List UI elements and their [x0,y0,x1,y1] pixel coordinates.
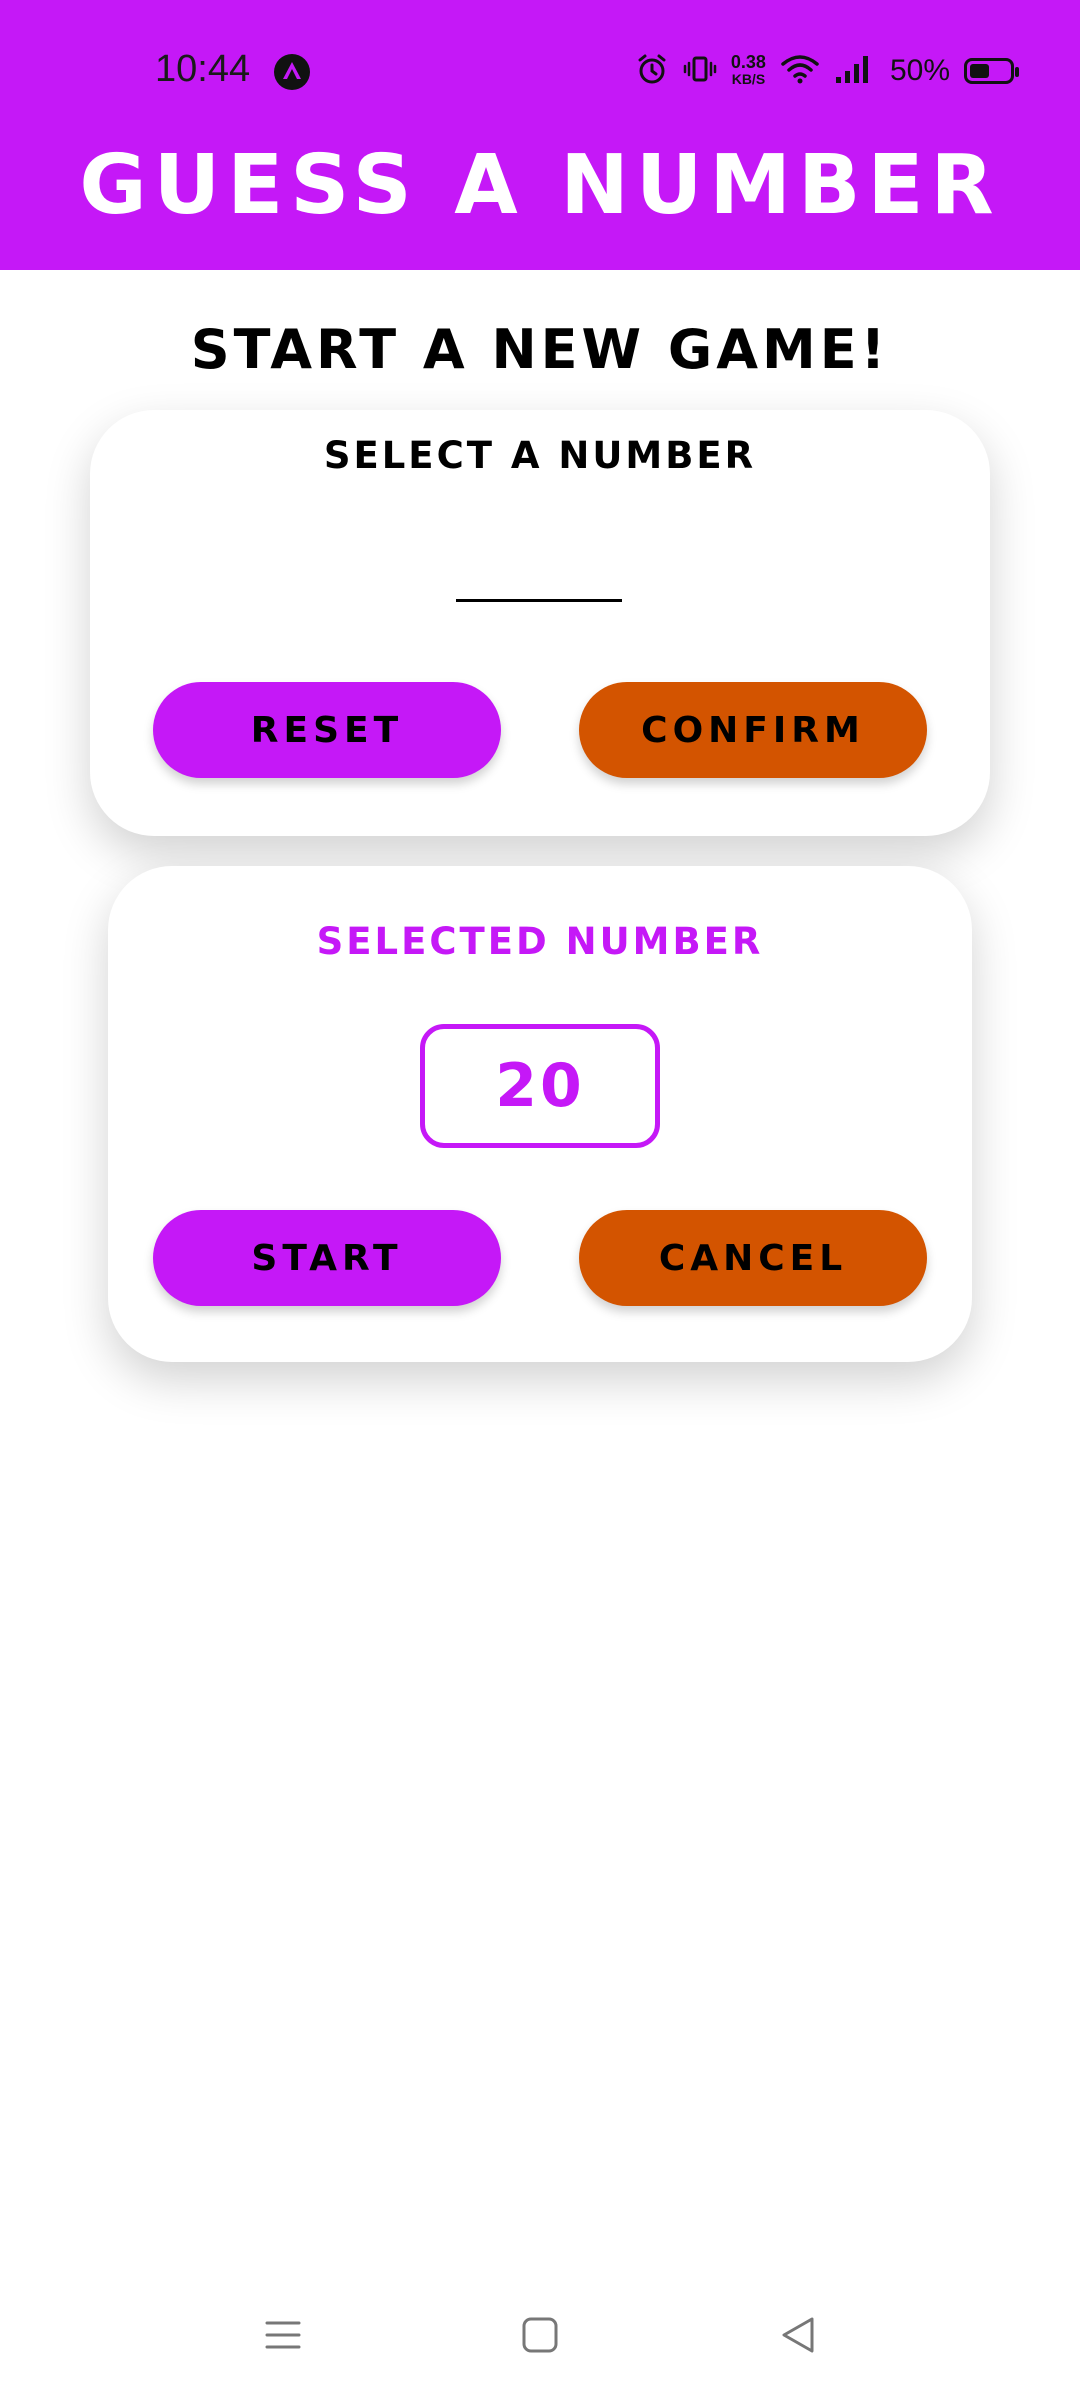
app-title: GUESS A NUMBER [79,138,1001,233]
number-input-card: SELECT A NUMBER RESET CONFIRM [90,410,990,836]
network-speed-value: 0.38 [730,52,766,72]
home-icon[interactable] [505,2300,575,2370]
screen-heading: START A NEW GAME! [190,318,890,381]
selected-number-display: 20 [420,1024,660,1148]
reset-button[interactable]: RESET [153,682,501,778]
header: 10:44 0.38 KB/S 50% GUESS A NUMBER [0,0,1080,270]
signal-icon [834,53,874,89]
system-navigation-bar [0,2300,1080,2370]
app-notification-icon [274,54,310,90]
battery-percent: 50% [889,54,950,87]
start-button[interactable]: START [153,1210,501,1306]
confirm-button[interactable]: CONFIRM [579,682,927,778]
cancel-button[interactable]: CANCEL [579,1210,927,1306]
selected-number-card: SELECTED NUMBER 20 START CANCEL [108,866,972,1362]
back-icon[interactable] [763,2300,833,2370]
vibrate-icon [683,52,717,90]
selected-number-label: SELECTED NUMBER [316,920,764,963]
number-input[interactable] [456,518,622,602]
alarm-icon [635,52,669,90]
network-speed: 0.38 KB/S [730,52,766,88]
network-speed-unit: KB/S [731,71,766,87]
status-time: 10:44 [155,48,251,90]
menu-icon[interactable] [248,2300,318,2370]
status-icons: 0.38 KB/S 50% [635,48,1019,94]
wifi-icon [780,53,820,89]
select-number-label: SELECT A NUMBER [323,434,757,477]
battery-icon [964,58,1019,84]
battery-level [970,64,989,78]
